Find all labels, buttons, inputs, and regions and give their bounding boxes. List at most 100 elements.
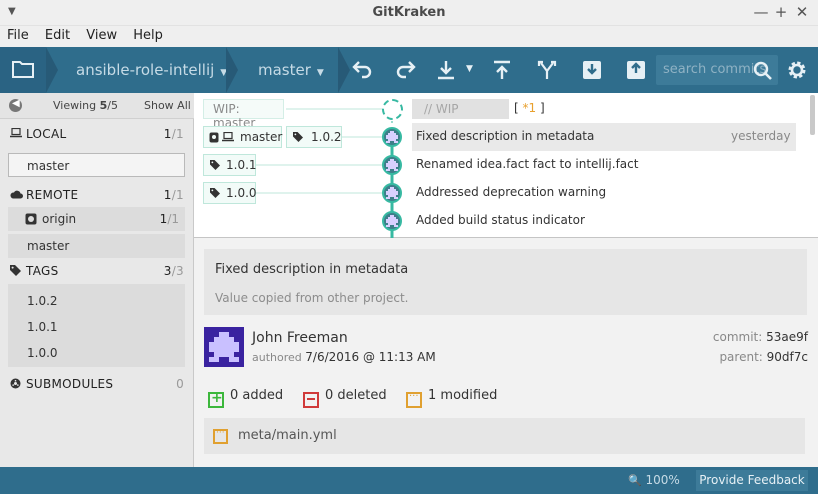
breadcrumb-divider: [46, 47, 58, 93]
modified-icon: ···: [406, 391, 422, 408]
tag-label[interactable]: 1.0.0: [203, 182, 257, 204]
stash-icon[interactable]: [580, 58, 604, 82]
added-icon: +: [208, 390, 224, 408]
tags-list: 1.0.2 1.0.1 1.0.0: [8, 284, 185, 367]
commit-avatar-node[interactable]: [382, 155, 402, 175]
commit-message: Added build status indicator: [416, 213, 585, 227]
redo-icon[interactable]: [394, 58, 418, 82]
commit-date: yesterday: [731, 129, 791, 143]
file-path: meta/main.yml: [238, 428, 337, 443]
remote-section-header[interactable]: REMOTE 1/1: [0, 183, 193, 207]
tag-item[interactable]: 1.0.0: [8, 341, 185, 365]
local-section-header[interactable]: LOCAL 1/1: [0, 122, 193, 146]
local-count: 1/1: [163, 127, 184, 141]
tag-icon: [10, 265, 21, 276]
commit-sha[interactable]: commit: 53ae9f: [713, 330, 808, 344]
pull-options-chevron-icon[interactable]: ▼: [466, 64, 473, 74]
menu-bar: File Edit View Help: [0, 26, 818, 47]
tag-icon: [210, 160, 220, 170]
zoom-level[interactable]: 🔍 100%: [628, 473, 680, 487]
minimize-icon[interactable]: —: [753, 3, 769, 21]
remote-count: 1/1: [163, 188, 184, 202]
window-title: GitKraken: [372, 5, 446, 20]
repo-selector[interactable]: ansible-role-intellij ▼: [76, 47, 227, 93]
author-name: John Freeman: [252, 330, 348, 346]
submodules-count: 0: [176, 377, 184, 391]
cloud-icon: [10, 190, 23, 199]
commit-body: Value copied from other project.: [215, 291, 409, 305]
commit-row[interactable]: Added build status indicator: [194, 207, 804, 235]
pull-icon[interactable]: [434, 58, 458, 82]
commit-row[interactable]: 1.0.0 Addressed deprecation warning: [194, 179, 804, 207]
undo-icon[interactable]: [350, 58, 374, 82]
left-panel-header: ◀ Viewing 5/5 Show All: [0, 93, 194, 119]
left-panel: ◀ Viewing 5/5 Show All LOCAL 1/1 master …: [0, 93, 194, 467]
branch-label-master[interactable]: master: [203, 126, 282, 148]
close-icon[interactable]: ✕: [794, 3, 810, 21]
wip-summary-input[interactable]: // WIP: [412, 99, 509, 119]
tag-label[interactable]: 1.0.1: [203, 154, 257, 176]
search-commits[interactable]: search commits: [656, 55, 778, 85]
commit-avatar-node[interactable]: [382, 183, 402, 203]
search-input[interactable]: search commits: [663, 62, 766, 77]
wip-branch-label[interactable]: WIP: master: [203, 99, 284, 130]
submodule-icon: [10, 378, 21, 389]
open-repo-button[interactable]: [0, 47, 46, 93]
commit-graph: WIP: master // WIP [ *1 ] master 1.0.2 F…: [194, 93, 818, 238]
commit-row[interactable]: 1.0.1 Renamed idea.fact fact to intellij…: [194, 151, 804, 179]
show-all-link[interactable]: Show All: [144, 99, 191, 112]
github-icon: [209, 132, 219, 143]
wip-node[interactable]: [382, 99, 403, 120]
tag-icon: [210, 188, 220, 198]
menu-edit[interactable]: Edit: [39, 26, 76, 45]
commit-detail-panel: Fixed description in metadata Value copi…: [194, 238, 818, 467]
branch-selector[interactable]: master ▼: [258, 47, 324, 93]
repo-name: ansible-role-intellij: [76, 61, 215, 79]
commit-title: Fixed description in metadata: [215, 262, 409, 277]
collapse-panel-icon[interactable]: ◀: [9, 98, 22, 112]
remote-origin[interactable]: origin 1/1: [8, 207, 185, 231]
commit-avatar-node[interactable]: [382, 211, 402, 231]
tag-label[interactable]: 1.0.2: [286, 126, 342, 148]
changed-file-row[interactable]: ··· meta/main.yml: [204, 418, 805, 454]
gear-icon[interactable]: [786, 59, 808, 81]
push-icon[interactable]: [490, 58, 514, 82]
search-icon: [753, 61, 772, 80]
chevron-down-icon: ▼: [316, 68, 324, 78]
tag-icon: [293, 132, 303, 142]
maximize-icon[interactable]: +: [773, 3, 789, 21]
origin-count: 1/1: [159, 212, 179, 226]
laptop-icon: [222, 132, 234, 142]
menu-file[interactable]: File: [0, 26, 35, 45]
status-bar: 🔍 100% Provide Feedback: [0, 467, 818, 494]
commit-row[interactable]: master 1.0.2 Fixed description in metada…: [194, 123, 804, 151]
commit-message: Renamed idea.fact fact to intellij.fact: [416, 157, 639, 171]
remote-branch-master[interactable]: master: [8, 234, 185, 258]
authored-date: authored 7/6/2016 @ 11:13 AM: [252, 350, 436, 364]
tags-section-header[interactable]: TAGS 3/3: [0, 259, 193, 283]
commit-avatar-node[interactable]: [382, 127, 402, 147]
author-avatar: [204, 327, 244, 367]
pop-stash-icon[interactable]: [624, 58, 648, 82]
menu-help[interactable]: Help: [127, 26, 169, 45]
parent-sha[interactable]: parent: 90df7c: [719, 350, 808, 364]
wip-change-count: [ *1 ]: [514, 101, 545, 115]
commit-message: Fixed description in metadata: [416, 129, 595, 143]
folder-icon: [12, 61, 34, 78]
menu-view[interactable]: View: [80, 26, 123, 45]
branch-name: master: [258, 61, 311, 79]
github-icon: [25, 213, 37, 225]
toolbar: ansible-role-intellij ▼ master ▼ ▼ search …: [0, 47, 818, 93]
breadcrumb-divider: [226, 47, 238, 93]
provide-feedback-button[interactable]: Provide Feedback: [696, 470, 808, 491]
submodules-section-header[interactable]: SUBMODULES 0: [0, 372, 193, 396]
viewing-count: Viewing 5/5: [53, 99, 118, 112]
tag-item[interactable]: 1.0.2: [8, 289, 185, 313]
zoom-icon: 🔍: [628, 474, 642, 487]
branch-icon[interactable]: [535, 58, 559, 82]
laptop-icon: [10, 128, 22, 138]
tag-item[interactable]: 1.0.1: [8, 315, 185, 339]
local-branch-master[interactable]: master: [8, 153, 185, 177]
commit-summary-box: Fixed description in metadata Value copi…: [204, 249, 807, 315]
graph-scrollbar[interactable]: [810, 95, 815, 135]
